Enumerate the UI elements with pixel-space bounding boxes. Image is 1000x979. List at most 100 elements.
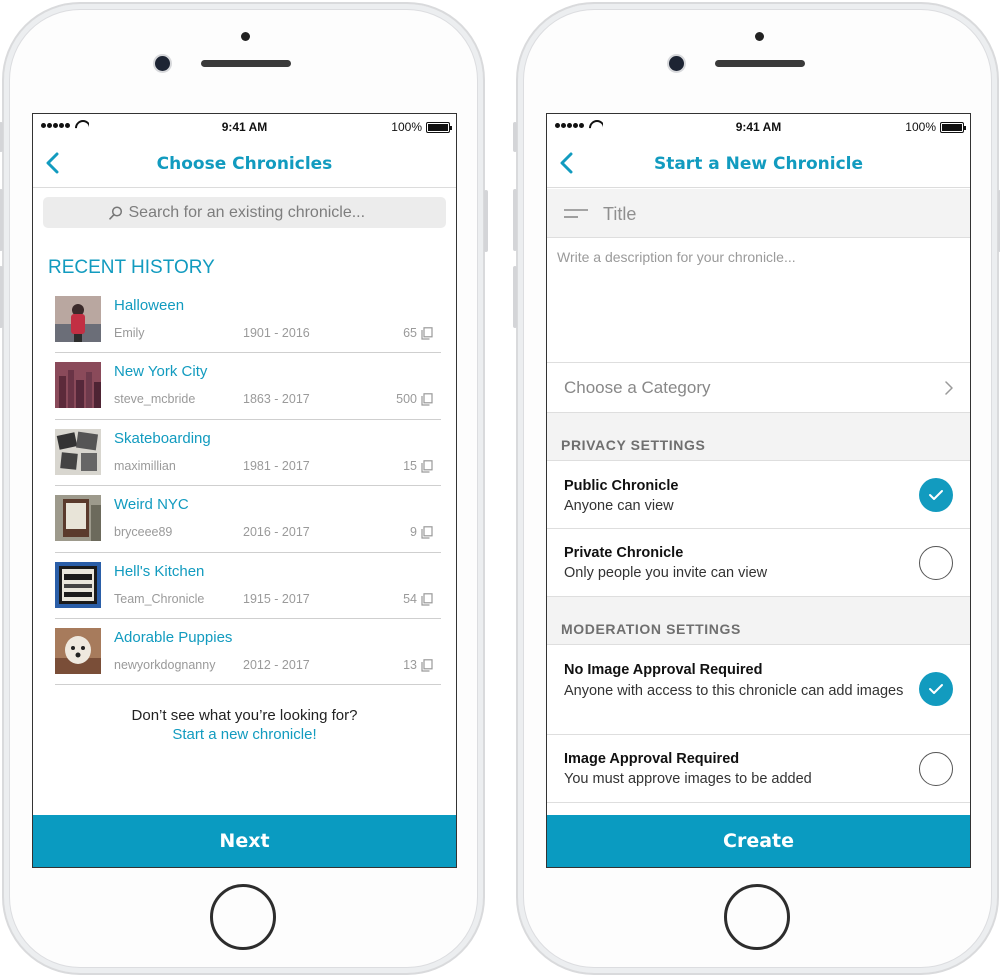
item-user: steve_mcbride [114,392,196,407]
item-title: Halloween [114,297,185,314]
choose-category-row[interactable]: Choose a Category [547,363,970,413]
status-bar: 9:41 AM 100% [33,114,456,140]
item-years: 1981 - 2017 [243,458,310,473]
search-icon [108,205,122,220]
item-title: Adorable Puppies [114,628,233,646]
create-button[interactable]: Create [547,815,970,867]
phone-frame-left: 9:41 AM 100% Choose Chronicles RECENT HI… [0,2,488,975]
radio-approval-unchecked[interactable] [919,752,953,786]
thumbnail-hells-kitchen [55,561,101,608]
radio-private-unchecked[interactable] [919,546,953,580]
images-count-icon [421,327,433,340]
list-item[interactable]: Weird NYC bryceee89 2016 - 2017 9 [55,486,441,553]
list-item[interactable]: New York City steve_mcbride 1863 - 2017 … [55,353,441,420]
checkmark-icon [929,490,943,500]
thumbnail-new-york-city [55,362,101,409]
item-count: 65 [403,326,417,340]
list-item[interactable]: Hell's Kitchen Team_Chronicle 1915 - 201… [55,553,441,619]
home-button[interactable] [210,884,276,950]
volume-down-button [0,266,3,328]
mute-switch [0,122,3,152]
battery-icon [940,122,966,133]
option-public-chronicle[interactable]: Public Chronicle Anyone can view [547,461,970,529]
volume-up-button [513,189,517,251]
footer-question: Don’t see what you’re looking for? [131,707,358,724]
phone-frame-right: 9:41 AM 100% Start a New Chronicle Choos… [513,2,1000,975]
category-label: Choose a Category [564,378,711,397]
next-button[interactable]: Next [33,815,456,867]
description-area[interactable] [547,239,970,363]
option-subtitle: Anyone with access to this chronicle can… [564,683,904,699]
option-private-chronicle[interactable]: Private Chronicle Only people you invite… [547,529,970,597]
title-input[interactable] [603,201,943,227]
option-title: No Image Approval Required [564,662,763,678]
thumbnail-weird-nyc [55,495,101,542]
mute-switch [513,122,517,152]
item-user: newyorkdognanny [114,657,216,672]
description-input[interactable] [557,249,960,352]
item-user: Emily [114,326,145,340]
volume-down-button [513,266,517,328]
option-no-image-approval[interactable]: No Image Approval Required Anyone with a… [547,645,970,735]
power-button [484,190,488,252]
thumbnail-skateboarding [55,428,101,475]
item-title: New York City [114,363,208,381]
images-count-icon [421,526,433,539]
status-bar: 9:41 AM 100% [547,114,970,140]
item-years: 2016 - 2017 [243,525,310,540]
footer-note: Don’t see what you’re looking for? Start… [33,706,456,744]
front-camera [669,56,684,71]
title-field-row[interactable] [547,189,970,238]
option-subtitle: Anyone can view [564,498,674,514]
home-button[interactable] [724,884,790,950]
item-count: 15 [403,458,417,473]
screen-start-new-chronicle: 9:41 AM 100% Start a New Chronicle Choos… [546,113,971,868]
page-title: Start a New Chronicle [653,154,864,174]
search-bar[interactable] [43,197,446,228]
images-count-icon [421,592,433,606]
title-lines-icon [564,209,588,218]
privacy-settings-header: PRIVACY SETTINGS [547,413,970,461]
item-user: maximillian [114,458,176,473]
front-camera [155,56,170,71]
item-years: 1863 - 2017 [243,392,310,407]
option-subtitle: Only people you invite can view [564,565,768,581]
earpiece-speaker [715,60,805,67]
list-item[interactable]: Adorable Puppies newyorkdognanny 2012 - … [55,619,441,686]
item-count: 9 [410,525,417,540]
moderation-settings-heading: MODERATION SETTINGS [561,621,741,637]
radio-public-checked[interactable] [919,478,953,512]
list-item[interactable]: Halloween Emily 1901 - 2016 65 [55,287,441,354]
page-title: Choose Chronicles [156,154,333,174]
sensor-dot [241,32,250,41]
item-user: bryceee89 [114,525,173,540]
images-count-icon [421,459,433,473]
chevron-right-icon [945,381,953,395]
option-subtitle: You must approve images to be added [564,771,812,787]
volume-up-button [0,189,3,251]
checkmark-icon [929,684,943,694]
earpiece-speaker [201,60,291,67]
nav-bar: Start a New Chronicle [547,140,970,188]
sensor-dot [755,32,764,41]
option-title: Public Chronicle [564,478,679,494]
battery-icon [426,122,452,133]
option-image-approval[interactable]: Image Approval Required You must approve… [547,735,970,803]
item-years: 2012 - 2017 [243,657,310,672]
images-count-icon [421,393,433,406]
item-years: 1915 - 2017 [243,591,310,606]
recent-history-heading: RECENT HISTORY [48,257,215,278]
recent-history-list: Halloween Emily 1901 - 2016 65 New York … [55,287,441,686]
item-count: 54 [403,591,417,606]
search-input[interactable] [128,203,381,222]
battery-percent: 100% [391,120,422,134]
radio-no-approval-checked[interactable] [919,672,953,706]
nav-bar: Choose Chronicles [33,140,456,188]
battery-percent: 100% [905,120,936,134]
thumbnail-adorable-puppies [55,627,101,674]
thumbnail-halloween [55,296,101,342]
list-item[interactable]: Skateboarding maximillian 1981 - 2017 15 [55,420,441,487]
item-title: Hell's Kitchen [114,562,205,580]
start-new-chronicle-link[interactable]: Start a new chronicle! [33,725,456,744]
item-title: Skateboarding [114,429,211,447]
